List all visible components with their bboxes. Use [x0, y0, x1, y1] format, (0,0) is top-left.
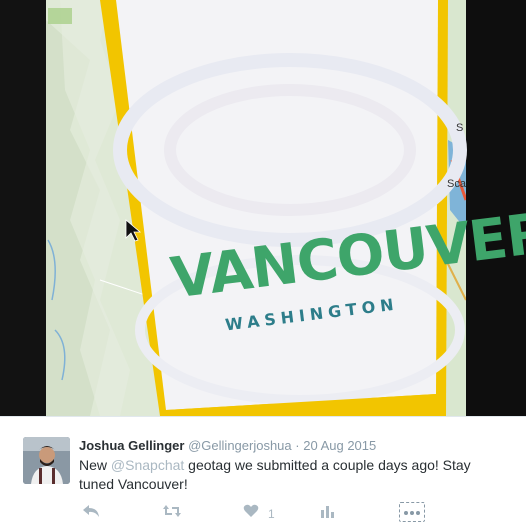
retweet-button[interactable] [162, 504, 182, 518]
mention-link[interactable]: @Snapchat [111, 457, 184, 473]
avatar[interactable] [23, 437, 70, 484]
tweet-text-start: New [79, 457, 111, 473]
more-icon [404, 511, 420, 515]
separator-dot: · [295, 438, 300, 453]
retweet-icon [163, 505, 181, 517]
like-button[interactable] [243, 504, 259, 518]
like-count: 1 [268, 507, 275, 521]
tweet-photo[interactable]: S Sca VANCOUVER WASHINGTON [0, 0, 526, 416]
tweet-date[interactable]: 20 Aug 2015 [303, 438, 376, 453]
tweet-header: Joshua Gellinger @Gellingerjoshua · 20 A… [79, 437, 376, 454]
more-button[interactable] [399, 502, 425, 522]
reply-button[interactable] [82, 504, 100, 518]
user-handle[interactable]: @Gellingerjoshua [188, 438, 292, 453]
display-name[interactable]: Joshua Gellinger [79, 438, 184, 453]
analytics-icon [321, 506, 334, 518]
photo-scene [0, 0, 526, 416]
map-label: S [456, 122, 464, 134]
map-label: Sca [447, 178, 466, 190]
tweet-text: New @Snapchat geotag we submitted a coup… [79, 456, 499, 494]
heart-icon [243, 504, 259, 517]
tweet-actions: 1 [0, 500, 526, 526]
reply-icon [83, 505, 99, 517]
analytics-button[interactable] [320, 504, 334, 518]
